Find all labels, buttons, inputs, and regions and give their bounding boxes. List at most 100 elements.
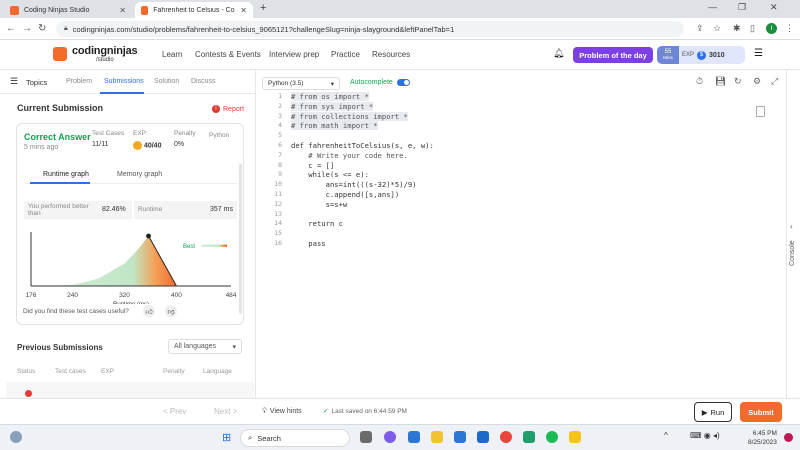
line-number: 9 (278, 170, 282, 179)
code-line[interactable]: def fahrenheitToCelsius(s, e, w): (291, 141, 434, 151)
timer-icon[interactable]: ⏱︎ (696, 76, 703, 87)
exp-earned-value: 40/40 (143, 142, 162, 150)
browser-tab-problem[interactable]: Fahrenheit to Celsius - Coding N ✕ (135, 2, 253, 18)
nav-resources[interactable]: Resources (372, 50, 410, 59)
chrome-menu-icon[interactable]: ⋮ (785, 23, 794, 34)
language-select[interactable]: Python (3.5) ▾ (262, 77, 340, 90)
logo-text[interactable]: codingninjas (72, 45, 138, 57)
reload-icon[interactable]: ↻ (38, 23, 46, 34)
app-icon-2[interactable] (569, 431, 581, 443)
notification-bell-icon[interactable]: 🔔︎ (553, 48, 564, 59)
console-rail[interactable]: ‹ Console (786, 70, 800, 398)
maximize-icon[interactable]: ❐ (738, 2, 746, 13)
share-icon[interactable]: ⇪ (696, 23, 704, 34)
notification-badge-icon[interactable] (784, 433, 793, 442)
close-icon[interactable]: ✕ (119, 6, 126, 15)
window-close-icon[interactable]: ✕ (770, 2, 778, 13)
autocomplete-toggle[interactable]: Autocomplete (350, 79, 410, 86)
task-view-icon[interactable] (360, 431, 372, 443)
x-tick-label: 320 (119, 292, 130, 299)
thumbs-up-icon[interactable]: 👍︎ (143, 305, 155, 317)
left-panel: ☰ Topics Problem Submissions Solution Di… (0, 70, 256, 398)
reset-icon[interactable]: ↻ (734, 76, 742, 87)
chevron-up-icon[interactable]: ^ (664, 431, 668, 440)
forward-icon[interactable]: → (22, 23, 32, 34)
code-line[interactable]: # from collections import * (291, 111, 408, 122)
code-line[interactable]: # from os import * (291, 92, 369, 102)
active-graph-tab-indicator (30, 182, 90, 184)
code-line[interactable]: ans=int(((s-32)*5)/9) (291, 180, 417, 190)
app-icon[interactable] (523, 431, 535, 443)
exp-chip[interactable]: 55 Mins EXP $ 3010 (657, 46, 745, 64)
language-filter-select[interactable]: All languages ▾ (168, 339, 242, 354)
tab-title: Fahrenheit to Celsius - Coding N (153, 6, 235, 14)
tab-submissions[interactable]: Submissions (104, 78, 144, 85)
sidepanel-icon[interactable]: ▯ (750, 23, 755, 34)
menu-icon[interactable]: ☰ (754, 48, 763, 59)
settings-gear-icon[interactable]: ⚙ (753, 76, 761, 87)
coding-ninjas-logo-icon[interactable] (53, 47, 67, 61)
tray-icons[interactable]: ⌨ ◉ ◂) (690, 431, 720, 440)
edge-icon[interactable] (408, 431, 420, 443)
runtime-label: Runtime (138, 206, 163, 213)
close-icon[interactable]: ✕ (240, 6, 247, 15)
tab-memory-graph[interactable]: Memory graph (117, 171, 162, 178)
code-line[interactable]: # from math import * (291, 121, 378, 131)
code-line[interactable]: c = [] (291, 161, 334, 171)
url-input[interactable]: 🔒︎ codingninjas.com/studio/problems/fahr… (56, 21, 684, 37)
tab-discuss[interactable]: Discuss (191, 78, 216, 85)
spotify-icon[interactable] (546, 431, 558, 443)
chevron-left-icon[interactable]: ‹ (790, 222, 793, 231)
windows-start-icon[interactable]: ⊞ (222, 431, 231, 444)
code-area[interactable]: 1 2 3 4 5 6 7 8 9 10 11 12 13 14 15 16 # from os import… (264, 92, 784, 398)
nav-interview-prep[interactable]: Interview prep (269, 50, 319, 59)
chrome-icon[interactable] (500, 431, 512, 443)
next-button[interactable]: Next > (214, 407, 237, 416)
run-button[interactable]: ▶ Run (694, 402, 732, 422)
copy-icon[interactable] (756, 106, 765, 117)
bookmark-star-icon[interactable]: ☆ (713, 23, 721, 34)
code-line[interactable]: while(s <= e): (291, 170, 369, 180)
topics-button[interactable]: Topics (26, 78, 47, 87)
report-button[interactable]: ! Report (212, 105, 244, 113)
taskbar-search[interactable]: ⌕ Search (240, 429, 350, 447)
tab-runtime-graph[interactable]: Runtime graph (43, 171, 89, 178)
problem-of-the-day-button[interactable]: Problem of the day (573, 47, 653, 63)
back-icon[interactable]: ← (6, 23, 16, 34)
teams-icon[interactable] (384, 431, 396, 443)
save-icon[interactable]: 💾︎ (715, 76, 726, 87)
store-icon[interactable] (454, 431, 466, 443)
code-line[interactable]: s=s+w (291, 200, 348, 210)
code-line[interactable]: pass (291, 239, 325, 249)
prev-button[interactable]: < Prev (163, 407, 186, 416)
code-line[interactable]: # Write your code here. (291, 151, 408, 161)
code-line[interactable]: c.append([s,ans]) (291, 190, 400, 200)
fullscreen-icon[interactable]: ⤢ (771, 76, 778, 87)
nav-practice[interactable]: Practice (331, 50, 360, 59)
thumbs-down-icon[interactable]: 👎︎ (165, 305, 177, 317)
code-line[interactable]: # from sys import * (291, 101, 374, 112)
x-tick-label: 176 (26, 292, 37, 299)
file-explorer-icon[interactable] (431, 431, 443, 443)
best-legend-bar (201, 244, 227, 247)
your-runtime-marker[interactable] (146, 233, 151, 239)
console-label[interactable]: Console (789, 240, 796, 266)
minimize-icon[interactable]: — (708, 2, 717, 12)
nav-contests-events[interactable]: Contests & Events (195, 50, 261, 59)
profile-avatar[interactable]: I (766, 23, 777, 34)
new-tab-icon[interactable]: + (260, 2, 266, 14)
time-ago: 5 mins ago (24, 144, 59, 151)
previous-submission-row[interactable] (6, 382, 254, 398)
topics-icon[interactable]: ☰ (10, 76, 18, 87)
mail-icon[interactable] (477, 431, 489, 443)
code-line[interactable]: return c (291, 219, 343, 229)
submit-button[interactable]: Submit (740, 402, 782, 422)
taskbar-clock[interactable]: 6:45 PM 8/25/2023 (748, 429, 777, 447)
tab-problem[interactable]: Problem (66, 78, 92, 85)
tab-solution[interactable]: Solution (154, 78, 179, 85)
nav-learn[interactable]: Learn (162, 50, 182, 59)
extensions-icon[interactable]: ✱ (733, 23, 741, 34)
view-hints-button[interactable]: 💡︎ View hints (262, 405, 312, 418)
browser-tab-studio[interactable]: Coding Ninjas Studio ✕ (4, 2, 132, 18)
weather-icon[interactable] (10, 431, 22, 443)
